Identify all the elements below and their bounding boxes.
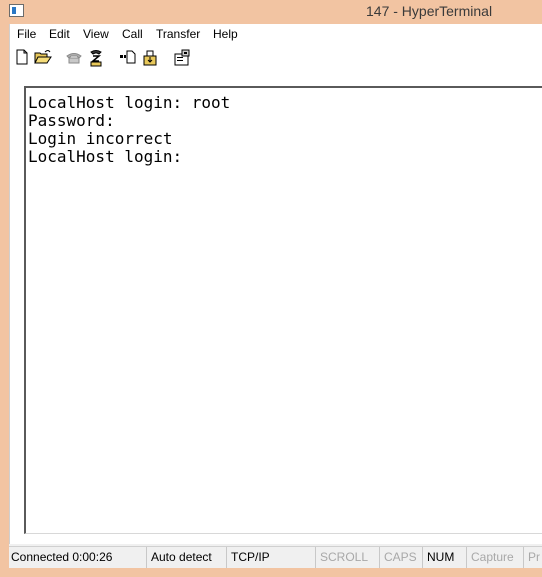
disconnect-icon[interactable] — [87, 49, 105, 67]
window-title: 147 - HyperTerminal — [366, 3, 493, 19]
terminal-line: Password: — [28, 111, 115, 130]
menu-file[interactable]: File — [17, 27, 36, 41]
terminal-line: LocalHost login: — [28, 147, 183, 166]
status-scroll: SCROLL — [316, 547, 380, 568]
title-bar[interactable]: 147 - HyperTerminal — [0, 0, 542, 24]
menu-edit[interactable]: Edit — [49, 27, 70, 41]
terminal-screen[interactable]: LocalHost login: root Password: Login in… — [24, 86, 542, 534]
hyperterminal-window: 147 - HyperTerminal File Edit View Call … — [0, 0, 542, 577]
terminal-panel: LocalHost login: root Password: Login in… — [9, 72, 542, 544]
status-print: Pr — [528, 550, 540, 564]
status-capture: Capture — [467, 547, 524, 568]
window-bottom-border — [0, 568, 542, 577]
menu-bar: File Edit View Call Transfer Help — [9, 24, 542, 45]
window-left-border — [0, 24, 9, 568]
hyperterminal-app-icon[interactable] — [9, 4, 24, 17]
new-icon[interactable] — [14, 49, 32, 67]
status-bar: Connected 0:00:26 Auto detect TCP/IP SCR… — [9, 546, 542, 568]
menu-transfer[interactable]: Transfer — [156, 27, 200, 41]
receive-file-icon[interactable] — [142, 49, 160, 67]
properties-icon[interactable] — [173, 49, 191, 67]
terminal-line: Login incorrect — [28, 129, 173, 148]
status-caps: CAPS — [380, 547, 423, 568]
menu-call[interactable]: Call — [122, 27, 143, 41]
toolbar — [9, 45, 542, 72]
status-protocol: TCP/IP — [227, 547, 316, 568]
terminal-line: LocalHost login: root — [28, 93, 231, 112]
menu-view[interactable]: View — [83, 27, 109, 41]
connect-phone-icon[interactable] — [65, 49, 83, 67]
status-detect: Auto detect — [147, 547, 227, 568]
status-num: NUM — [423, 547, 467, 568]
open-icon[interactable] — [34, 49, 52, 67]
send-file-icon[interactable] — [119, 49, 137, 67]
menu-help[interactable]: Help — [213, 27, 238, 41]
status-connected: Connected 0:00:26 — [9, 547, 147, 568]
